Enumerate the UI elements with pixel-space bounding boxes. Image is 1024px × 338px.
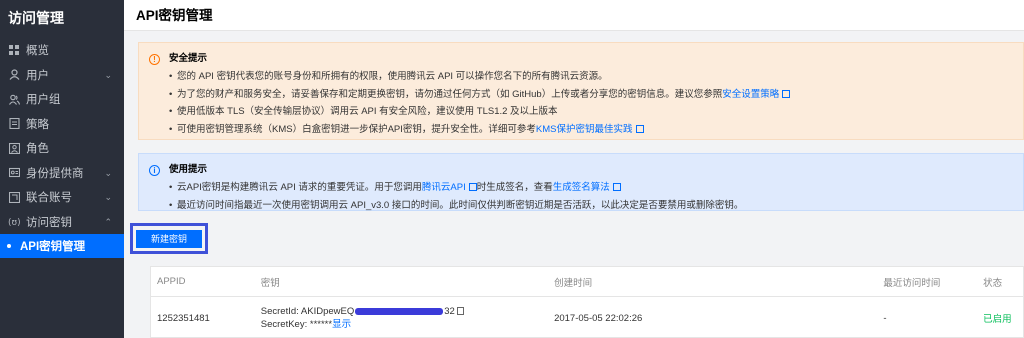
table-header: APPID 密钥 创建时间 最近访问时间 状态 bbox=[151, 267, 1023, 297]
sidebar-item-label: 联合账号 bbox=[26, 192, 72, 205]
list-item: 为了您的财产和服务安全，请妥善保存和定期更换密钥，请勿通过任何方式（如 GitH… bbox=[169, 86, 1023, 104]
external-link-icon bbox=[635, 124, 644, 133]
notice-text: 使用低版本 TLS（安全传输层协议）调用云 API 有安全风险，建议使用 TLS… bbox=[177, 106, 558, 118]
sidebar-item-label: 身份提供商 bbox=[26, 167, 84, 180]
sidebar-subitem-label: API密钥管理 bbox=[20, 241, 86, 253]
secret-key-text: SecretKey: ****** bbox=[260, 319, 333, 330]
users-icon bbox=[8, 93, 20, 105]
idp-icon bbox=[8, 167, 20, 179]
sidebar: 访问管理 概览 用户 ⌄ 用户组 策略 角色 身份提供商 ⌄ 联合账号 ⌄ (ʊ… bbox=[0, 0, 124, 338]
notice-text: 最近访问时间指最近一次使用密钥调用云 API_v3.0 接口的时间。此时间仅供判… bbox=[177, 199, 744, 211]
sidebar-item-label: 策略 bbox=[26, 118, 49, 131]
sidebar-item-user-groups[interactable]: 用户组 bbox=[0, 87, 124, 112]
external-link-icon bbox=[612, 183, 621, 191]
info-icon: i bbox=[149, 165, 160, 176]
copy-icon[interactable] bbox=[456, 307, 464, 316]
sidebar-item-label: 概览 bbox=[26, 45, 49, 58]
svg-text:(ʊ): (ʊ) bbox=[8, 218, 20, 227]
signature-algorithm-link[interactable]: 生成签名算法 bbox=[553, 182, 610, 193]
security-notice: ! 安全提示 您的 API 密钥代表您的账号身份和所拥有的权限，使用腾讯云 AP… bbox=[138, 42, 1024, 140]
list-item: 最近访问时间指最近一次使用密钥调用云 API_v3.0 接口的时间。此时间仅供判… bbox=[169, 197, 1023, 215]
security-policy-link[interactable]: 安全设置策略 bbox=[722, 89, 779, 100]
api-key-table: APPID 密钥 创建时间 最近访问时间 状态 1252351481 Secre… bbox=[150, 266, 1024, 338]
key-icon: (ʊ) bbox=[8, 216, 20, 228]
show-secret-link[interactable]: 显示 bbox=[332, 319, 351, 330]
appid-cell: 1252351481 bbox=[157, 312, 210, 324]
security-notice-title: 安全提示 bbox=[169, 53, 208, 64]
column-header: 状态 bbox=[983, 277, 1003, 289]
list-item: 可使用密钥管理系统（KMS）白盒密钥进一步保护API密钥，提升安全性。详细可参考… bbox=[169, 121, 1023, 139]
column-header: APPID bbox=[157, 276, 186, 287]
sidebar-item-federated-accounts[interactable]: 联合账号 ⌄ bbox=[0, 185, 124, 210]
user-icon bbox=[8, 69, 20, 81]
chevron-up-icon: ⌃ bbox=[104, 216, 112, 227]
warning-icon: ! bbox=[149, 54, 160, 65]
secret-id-text: SecretId: AKIDpewEQ bbox=[260, 306, 355, 317]
sidebar-item-label: 用户组 bbox=[26, 94, 61, 107]
external-link-icon bbox=[782, 89, 791, 98]
kms-best-practice-link[interactable]: KMS保护密钥最佳实践 bbox=[536, 124, 633, 135]
column-header: 最近访问时间 bbox=[883, 277, 941, 289]
role-icon bbox=[8, 142, 20, 154]
created-time-cell: 2017-05-05 22:02:26 bbox=[554, 312, 643, 324]
notice-text: 为了您的财产和服务安全，请妥善保存和定期更换密钥，请勿通过任何方式（如 GitH… bbox=[177, 88, 723, 100]
sidebar-item-access-keys[interactable]: (ʊ) 访问密钥 ⌃ bbox=[0, 210, 124, 235]
table-row: 1252351481 SecretId: AKIDpewEQ 32 SecretK… bbox=[151, 297, 1023, 338]
sidebar-item-policies[interactable]: 策略 bbox=[0, 112, 124, 137]
tencent-cloud-api-link[interactable]: 腾讯云API bbox=[422, 182, 466, 193]
chevron-down-icon: ⌄ bbox=[104, 192, 112, 202]
sidebar-item-label: 用户 bbox=[26, 69, 49, 82]
external-link-icon bbox=[468, 183, 477, 191]
secret-cell: SecretId: AKIDpewEQ 32 SecretKey: ******显… bbox=[255, 305, 548, 331]
last-access-cell: - bbox=[883, 312, 887, 324]
policy-icon bbox=[8, 118, 20, 130]
redaction-mark bbox=[355, 307, 444, 315]
federated-icon bbox=[8, 191, 20, 203]
secret-key-line: SecretKey: ******显示 bbox=[261, 318, 548, 331]
secret-id-line: SecretId: AKIDpewEQ 32 bbox=[261, 305, 548, 318]
create-key-highlight: 新建密钥 bbox=[130, 223, 208, 254]
main-content: API密钥管理 ! 安全提示 您的 API 密钥代表您的账号身份和所拥有的权限，… bbox=[124, 0, 1024, 338]
list-item: 云API密钥是构建腾讯云 API 请求的重要凭证。用于您调用腾讯云API 时生成签… bbox=[169, 179, 1023, 197]
sidebar-item-users[interactable]: 用户 ⌄ bbox=[0, 63, 124, 88]
sidebar-title: 访问管理 bbox=[8, 10, 64, 26]
usage-notice-title: 使用提示 bbox=[169, 164, 208, 175]
usage-notice: i 使用提示 云API密钥是构建腾讯云 API 请求的重要凭证。用于您调用腾讯云… bbox=[138, 153, 1024, 214]
sidebar-item-overview[interactable]: 概览 bbox=[0, 38, 124, 63]
grid-icon bbox=[8, 44, 20, 56]
sidebar-subitem-api-key-management[interactable]: API密钥管理 bbox=[0, 234, 124, 258]
notice-text: 可使用密钥管理系统（KMS）白盒密钥进一步保护API密钥，提升安全性。详细可参考 bbox=[177, 123, 536, 135]
secret-id-tail: 32 bbox=[444, 306, 455, 317]
sidebar-item-identity-providers[interactable]: 身份提供商 ⌄ bbox=[0, 161, 124, 186]
list-item: 您的 API 密钥代表您的账号身份和所拥有的权限，使用腾讯云 API 可以操作您… bbox=[169, 68, 1023, 86]
chevron-down-icon: ⌄ bbox=[104, 69, 112, 80]
active-dot-icon bbox=[7, 244, 11, 248]
sidebar-item-roles[interactable]: 角色 bbox=[0, 136, 124, 161]
create-key-button[interactable]: 新建密钥 bbox=[136, 230, 202, 248]
sidebar-item-label: 访问密钥 bbox=[26, 216, 72, 229]
status-badge: 已启用 bbox=[983, 314, 1012, 325]
notice-text: 时生成签名，查看 bbox=[476, 182, 553, 193]
page-title: API密钥管理 bbox=[124, 0, 1024, 31]
sidebar-item-label: 角色 bbox=[26, 143, 49, 156]
notice-text: 您的 API 密钥代表您的账号身份和所拥有的权限，使用腾讯云 API 可以操作您… bbox=[177, 71, 608, 82]
notice-text: 云API密钥是构建腾讯云 API 请求的重要凭证。用于您调用 bbox=[177, 182, 422, 193]
column-header: 密钥 bbox=[260, 277, 280, 289]
chevron-down-icon: ⌄ bbox=[104, 167, 112, 178]
list-item: 使用低版本 TLS（安全传输层协议）调用云 API 有安全风险，建议使用 TLS… bbox=[169, 103, 1023, 121]
column-header: 创建时间 bbox=[554, 277, 593, 289]
